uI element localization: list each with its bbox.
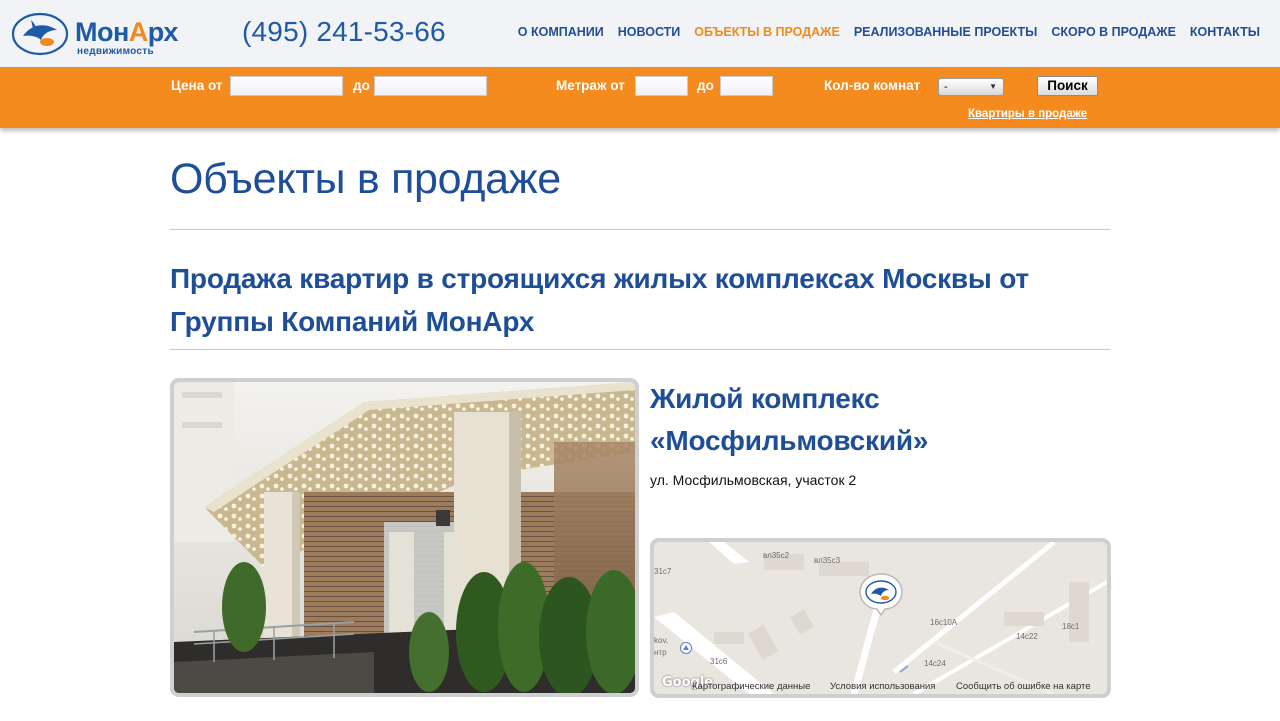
map-label: 14с22 (1016, 632, 1038, 641)
object-address: ул. Мосфильмовская, участок 2 (650, 472, 857, 488)
area-to-input[interactable] (720, 76, 773, 96)
object-title[interactable]: Жилой комплекс «Мосфильмовский» (650, 378, 1100, 462)
map-label: 18с1 (1062, 622, 1080, 631)
map-terms-link[interactable]: Условия использования (830, 681, 935, 692)
map-report-error-link[interactable]: Сообщить об ошибке на карте (956, 681, 1091, 692)
map-label: вл35с2 (763, 551, 790, 560)
nav-contacts[interactable]: КОНТАКТЫ (1190, 25, 1260, 39)
map-label: вл35с3 (814, 556, 841, 565)
map-label: нтр (654, 648, 667, 657)
area-to-label: до (697, 78, 714, 93)
nav-completed-projects[interactable]: РЕАЛИЗОВАННЫЕ ПРОЕКТЫ (854, 25, 1038, 39)
section-subtitle: Продажа квартир в строящихся жилых компл… (170, 263, 1029, 337)
search-bar: Цена от до Метраж от до Кол-во комнат - … (0, 67, 1280, 128)
search-button[interactable]: Поиск (1037, 76, 1098, 96)
logo[interactable]: МонАрх недвижимость (11, 8, 221, 58)
map-data-link[interactable]: Картографические данные (692, 681, 810, 692)
price-to-label: до (353, 78, 370, 93)
area-from-input[interactable] (635, 76, 688, 96)
logo-subtitle: недвижимость (77, 46, 154, 57)
rooms-selected-value: - (944, 81, 948, 93)
nav-news[interactable]: НОВОСТИ (618, 25, 681, 39)
map-label: 31с7 (654, 567, 672, 576)
nav-about[interactable]: О КОМПАНИИ (518, 25, 604, 39)
price-to-input[interactable] (374, 76, 487, 96)
price-from-label: Цена от (171, 78, 223, 93)
nav-objects-for-sale[interactable]: ОБЪЕКТЫ В ПРОДАЖЕ (694, 25, 840, 39)
object-photo[interactable] (170, 378, 639, 697)
rooms-select[interactable]: - ▼ (938, 78, 1004, 96)
main-nav: О КОМПАНИИ НОВОСТИ ОБЪЕКТЫ В ПРОДАЖЕ РЕА… (518, 25, 1260, 39)
chevron-down-icon: ▼ (989, 82, 997, 91)
map-label: 16с10А (930, 618, 958, 627)
divider (170, 349, 1110, 350)
map-label: 31с6 (710, 657, 728, 666)
bird-logo-icon (11, 12, 69, 56)
phone-number[interactable]: (495) 241-53-66 (242, 16, 446, 48)
building-entrance-image (174, 382, 635, 693)
page-title: Объекты в продаже (170, 155, 561, 203)
logo-name: МонАрх (75, 17, 178, 47)
location-marker-icon[interactable] (858, 572, 904, 616)
apartments-for-sale-link[interactable]: Квартиры в продаже (968, 108, 1087, 120)
map-roads (654, 542, 1107, 694)
map-label: kov, (654, 636, 669, 645)
area-from-label: Метраж от (556, 78, 625, 93)
nav-coming-soon[interactable]: СКОРО В ПРОДАЖЕ (1051, 25, 1176, 39)
map-label: 14с24 (924, 659, 946, 668)
divider (170, 229, 1110, 230)
price-from-input[interactable] (230, 76, 343, 96)
object-map[interactable]: вл35с2 вл35с3 31с7 16с10А 18с1 14с22 14с… (650, 538, 1111, 698)
map-footer: Картографические данные Условия использо… (654, 680, 1107, 694)
rooms-label: Кол-во комнат (824, 78, 921, 93)
metro-icon (680, 642, 692, 654)
site-header: МонАрх недвижимость (495) 241-53-66 О КО… (0, 0, 1280, 67)
